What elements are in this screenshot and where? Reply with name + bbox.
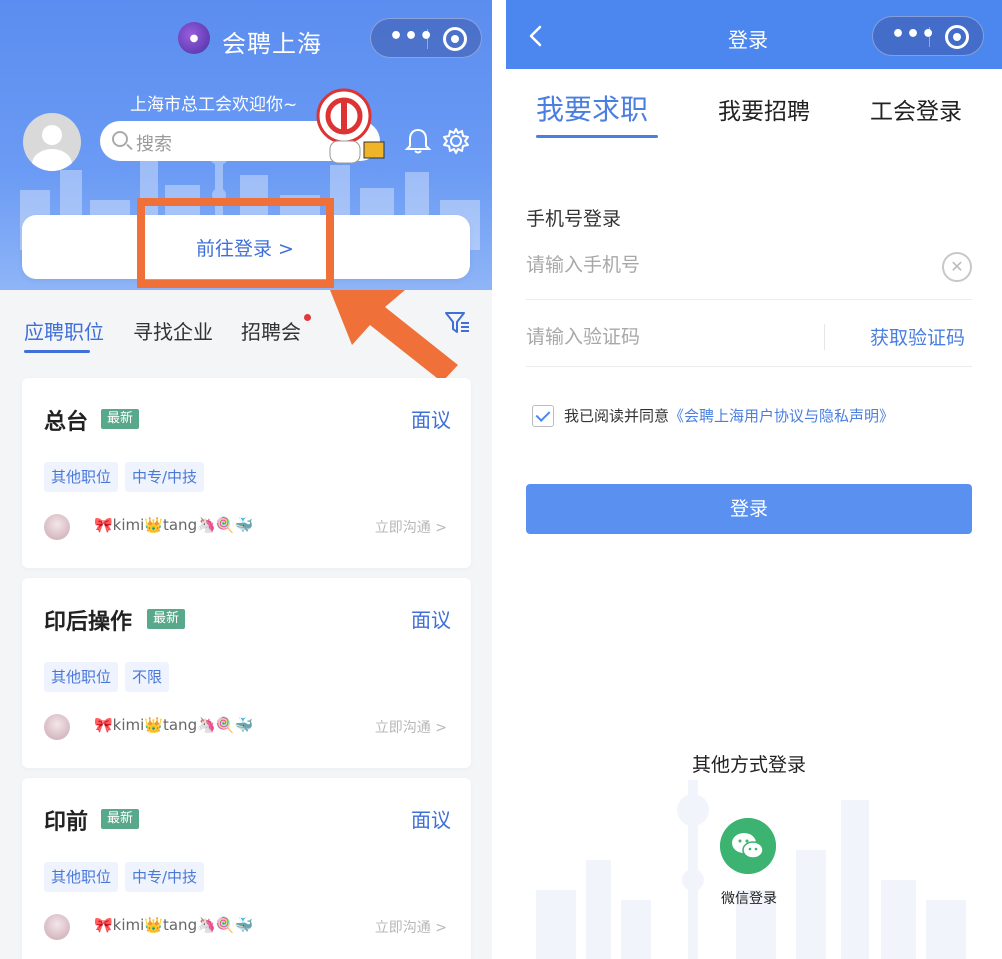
login-button[interactable]: 登录 [526,484,972,534]
job-tag: 其他职位 [44,662,119,692]
job-tag: 中专/中技 [125,462,205,492]
welcome-text: 上海市总工会欢迎你~ [130,95,298,115]
job-title: 印前 [44,810,89,835]
title-bar: ● 会聘上海 ••• [0,18,492,58]
verification-code-input[interactable]: 请输入验证码 [526,322,640,349]
job-tag: 其他职位 [44,862,119,892]
new-badge: 最新 [147,609,186,629]
tab-job-fairs[interactable]: 招聘会 [241,316,301,345]
job-card[interactable]: 总台 最新 面议 其他职位 中专/中技 🎀kimi👑tang🦄🍭🐳 立即沟通 > [22,378,471,568]
login-type-tabs: 我要求职 我要招聘 工会登录 [506,80,1002,150]
close-target-icon[interactable] [443,27,467,51]
user-avatar[interactable] [23,113,81,171]
search-icon [112,131,128,147]
wechat-login-label: 微信登录 [721,891,777,907]
union-mascot-icon [316,88,385,164]
divider [824,324,825,350]
job-tabs: 应聘职位 寻找企业 招聘会 [0,300,492,360]
recruiter-name: 🎀kimi👑tang🦄🍭🐳 [94,716,254,734]
divider [526,299,972,300]
agree-checkbox[interactable] [532,405,554,427]
job-tag: 中专/中技 [125,862,205,892]
chat-now-link[interactable]: 立即沟通 > [375,717,447,737]
job-tag: 其他职位 [44,462,119,492]
gear-icon[interactable] [442,127,470,155]
clear-icon[interactable]: ✕ [942,252,972,282]
annotation-highlight-box [137,198,334,288]
bell-icon[interactable] [404,127,432,155]
phone-login-heading: 手机号登录 [526,208,622,230]
tab-jobs[interactable]: 应聘职位 [24,316,104,345]
recruiter-avatar [44,514,70,540]
recruiter-avatar [44,714,70,740]
job-title: 印后操作 [44,610,133,635]
agreement-text: 我已阅读并同意《会聘上海用户协议与隐私声明》 [564,405,894,426]
notification-dot [304,314,311,321]
get-code-button[interactable]: 获取验证码 [870,323,965,350]
home-screen: ● 会聘上海 ••• 上海市总工会欢迎你~ 搜索 前往登录 > 应聘职位 寻找企… [0,0,492,959]
job-salary: 面议 [411,608,451,632]
job-title: 总台 [44,410,89,435]
job-card[interactable]: 印后操作 最新 面议 其他职位 不限 🎀kimi👑tang🦄🍭🐳 立即沟通 > [22,578,471,768]
chat-now-link[interactable]: 立即沟通 > [375,917,447,937]
phone-input[interactable]: 请输入手机号 [526,250,640,277]
search-placeholder: 搜索 [136,134,172,155]
job-tag: 不限 [125,662,170,692]
wechat-icon[interactable] [720,818,776,874]
agreement-link[interactable]: 《会聘上海用户协议与隐私声明》 [669,407,894,425]
app-title: 会聘上海 [222,30,322,58]
chat-now-link[interactable]: 立即沟通 > [375,517,447,537]
mini-program-capsule[interactable]: ••• [872,16,984,56]
new-badge: 最新 [101,809,140,829]
app-logo: ● [178,22,210,54]
nav-bar: 登录 ••• [506,0,1002,69]
mini-program-capsule[interactable]: ••• [370,18,482,58]
login-screen: 登录 ••• 我要求职 我要招聘 工会登录 手机号登录 请输入手机号 ✕ 请输入… [506,0,1002,959]
job-card[interactable]: 印前 最新 面议 其他职位 中专/中技 🎀kimi👑tang🦄🍭🐳 立即沟通 > [22,778,471,959]
tab-recruiter[interactable]: 我要招聘 [718,92,810,126]
tab-union-login[interactable]: 工会登录 [870,92,962,126]
recruiter-name: 🎀kimi👑tang🦄🍭🐳 [94,916,254,934]
close-target-icon[interactable] [945,25,969,49]
agreement-label: 我已阅读并同意 [564,407,670,425]
active-tab-indicator [24,350,90,353]
new-badge: 最新 [101,409,140,429]
filter-icon[interactable] [444,310,470,336]
job-salary: 面议 [411,808,451,832]
tab-job-seeker[interactable]: 我要求职 [536,88,648,128]
recruiter-avatar [44,914,70,940]
tab-companies[interactable]: 寻找企业 [133,316,213,345]
other-login-heading: 其他方式登录 [691,754,806,776]
recruiter-name: 🎀kimi👑tang🦄🍭🐳 [94,516,254,534]
job-salary: 面议 [411,408,451,432]
divider [526,366,972,367]
active-tab-indicator [536,135,658,138]
